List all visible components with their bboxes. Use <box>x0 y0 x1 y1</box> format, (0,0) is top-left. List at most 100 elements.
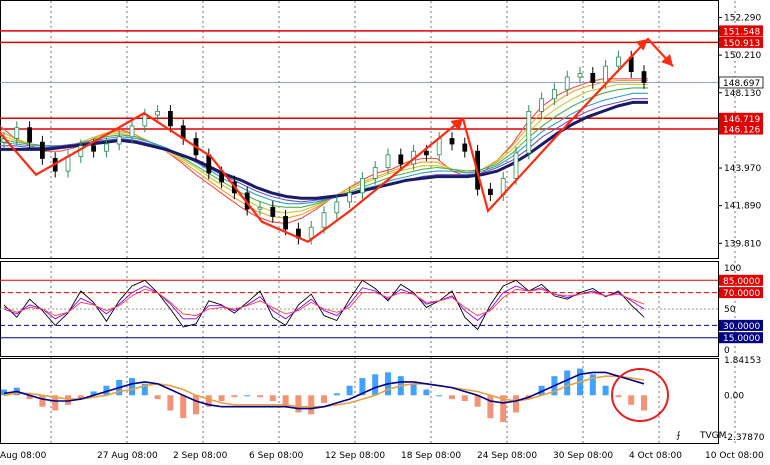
macd-hist-bar <box>628 395 635 405</box>
price-level-label: 151.548 <box>723 27 760 37</box>
x-tick-label: 12 Sep 08:00 <box>325 451 385 461</box>
y-tick-label: 143.970 <box>724 164 761 174</box>
candle-body <box>104 143 109 152</box>
macd-hist-bar <box>180 395 187 419</box>
macd-hist-bar <box>231 395 238 398</box>
candle-body <box>487 188 493 196</box>
macd-hist-bar <box>321 395 327 403</box>
osc-level-label: 15.0000 <box>723 334 760 344</box>
y-tick-label: 139.810 <box>724 239 761 249</box>
price-level-label: 146.719 <box>723 115 760 125</box>
candle-body <box>423 150 429 156</box>
candle-body <box>359 177 365 194</box>
candle-body <box>308 226 314 239</box>
macd-hist-bar <box>487 395 494 419</box>
x-tick-label: Aug 08:00 <box>0 451 47 461</box>
macd-hist-bar <box>39 395 46 407</box>
candle-body <box>436 138 442 156</box>
candle-body <box>219 172 225 183</box>
macd-hist-bar <box>129 378 135 396</box>
macd-hist-bar <box>423 389 430 396</box>
watermark-logo-icon: ⨍ <box>676 431 681 441</box>
macd-hist-bar <box>295 395 302 413</box>
macd-panel-frame <box>0 358 719 444</box>
macd-bottom-label: -2.37870 <box>724 433 765 443</box>
macd-hist-bar <box>269 395 276 401</box>
candle-body <box>539 98 544 112</box>
x-tick-label: 4 Oct 08:00 <box>629 451 682 461</box>
x-tick-label: 24 Sep 08:00 <box>477 451 537 461</box>
macd-hist-bar <box>436 395 443 397</box>
y-tick-label: 141.890 <box>724 202 761 212</box>
macd-hist-bar <box>410 383 417 396</box>
candle-body <box>577 72 583 78</box>
candle-body <box>462 143 468 152</box>
candle-body <box>40 141 45 159</box>
macd-hist-bar <box>641 395 647 411</box>
macd-hist-bar <box>193 395 199 415</box>
price-level-label: 148.697 <box>723 79 760 89</box>
osc-level-label: 70.0000 <box>723 289 760 299</box>
candle-body <box>564 76 570 91</box>
candle-body <box>142 114 148 127</box>
candle-body <box>616 56 621 67</box>
macd-hist-bar <box>346 385 353 396</box>
candle-body <box>155 111 161 116</box>
macd-hist-bar <box>257 395 263 398</box>
macd-hist-bar <box>513 395 519 413</box>
osc-level-label: 85.0000 <box>723 277 760 287</box>
candle-body <box>449 138 455 145</box>
candle-body <box>167 111 173 127</box>
macd-hist-bar <box>167 395 174 411</box>
macd-y-tick-label: 0.00 <box>724 391 744 401</box>
candle-body <box>91 145 96 152</box>
candle-body <box>129 125 135 138</box>
candle-body <box>552 89 557 100</box>
macd-hist-bar <box>308 395 315 415</box>
candle-body <box>206 154 212 174</box>
candle-body <box>257 206 263 210</box>
candle-body <box>372 167 378 179</box>
candle-body <box>385 154 391 168</box>
macd-hist-bar <box>615 395 622 398</box>
chart-canvas: Aug 08:00 27 Aug 08:00 2 Sep 08:00 6 Sep 08… <box>0 0 765 461</box>
candle-body <box>347 192 353 203</box>
macd-y-tick-label: 1.84153 <box>724 356 761 366</box>
macd-hist-bar <box>372 374 379 396</box>
candle-body <box>590 72 596 83</box>
candle-body <box>116 136 122 145</box>
macd-hist-bar <box>564 370 571 396</box>
watermark-text: TVGM <box>699 431 726 441</box>
macd-hist-bar <box>449 395 455 400</box>
osc-y-tick-label: 100 <box>724 264 741 274</box>
candle-body <box>65 156 71 172</box>
x-tick-label: 2 Sep 08:00 <box>173 451 228 461</box>
macd-hist-bar <box>218 395 225 401</box>
x-tick-label: 10 Oct 08:00 <box>705 451 764 461</box>
candle-body <box>283 215 289 230</box>
y-tick-label: 152.290 <box>724 13 761 23</box>
price-level-label: 150.913 <box>723 39 760 49</box>
macd-hist-bar <box>244 395 251 397</box>
candle-body <box>14 127 20 139</box>
y-tick-label: 148.130 <box>724 89 761 99</box>
macd-hist-bar <box>461 395 468 401</box>
candle-body <box>321 212 327 228</box>
candle-body <box>603 65 608 83</box>
x-tick-label: 6 Sep 08:00 <box>249 451 304 461</box>
macd-hist-bar <box>154 395 161 400</box>
x-tick-label: 18 Sep 08:00 <box>401 451 461 461</box>
candle-body <box>27 127 33 143</box>
candle-body <box>513 152 519 179</box>
candle-body <box>270 206 276 217</box>
y-tick-label: 150.210 <box>724 51 761 61</box>
x-tick-label: 27 Aug 08:00 <box>97 451 158 461</box>
macd-hist-bar <box>602 385 609 396</box>
candle-body <box>526 111 532 154</box>
candle-body <box>398 154 404 165</box>
osc-level-label: 30.0000 <box>723 322 760 332</box>
osc-y-tick-label: 50 <box>724 305 736 315</box>
osc-y-tick-label: 0 <box>724 346 730 356</box>
candle-body <box>641 71 647 83</box>
macd-hist-bar <box>333 393 340 396</box>
